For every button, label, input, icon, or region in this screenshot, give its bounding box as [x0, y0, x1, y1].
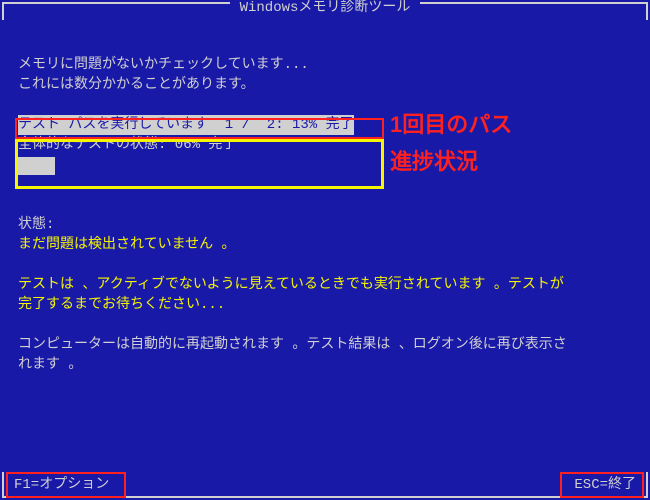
spacer	[18, 195, 632, 215]
notice-restart-1: コンピューターは自動的に再起動されます 。テスト結果は 、ログオン後に再び表示さ	[18, 335, 632, 355]
spacer	[18, 175, 632, 195]
spacer	[18, 315, 632, 335]
progress-fill	[18, 157, 55, 175]
intro-line-1: メモリに問題がないかチェックしています...	[18, 55, 632, 75]
esc-exit[interactable]: ESC=終了	[574, 473, 636, 493]
overall-status-line: 全体的なテストの状態: 06% 完了	[18, 135, 632, 155]
spacer	[18, 95, 632, 115]
intro-line-2: これには数分かかることがあります。	[18, 75, 632, 95]
annotation-text-2: 進捗状況	[390, 148, 478, 176]
main-content: メモリに問題がないかチェックしています... これには数分かかることがあります。…	[18, 55, 632, 375]
notice-running-2: 完了するまでお待ちください...	[18, 295, 632, 315]
status-no-problems: まだ問題は検出されていません 。	[18, 235, 632, 255]
notice-running-1: テストは 、アクティブでないように見えているときでも実行されています 。テストが	[18, 275, 632, 295]
notice-restart-2: れます 。	[18, 355, 632, 375]
test-pass-line: テスト パスを実行しています 1 / 2: 13% 完了	[18, 115, 354, 135]
header-title: Windowsメモリ診断ツール	[230, 0, 421, 16]
status-label: 状態:	[18, 215, 632, 235]
f1-options[interactable]: F1=オプション	[14, 473, 109, 493]
spacer	[18, 255, 632, 275]
progress-bar	[18, 157, 632, 175]
annotation-text-1: 1回目のパス	[390, 111, 512, 139]
test-pass-row: テスト パスを実行しています 1 / 2: 13% 完了	[18, 115, 632, 135]
footer-bar: F1=オプション ESC=終了	[2, 472, 648, 498]
header-wrap: Windowsメモリ診断ツール	[4, 0, 646, 16]
header-border: Windowsメモリ診断ツール	[2, 2, 648, 20]
